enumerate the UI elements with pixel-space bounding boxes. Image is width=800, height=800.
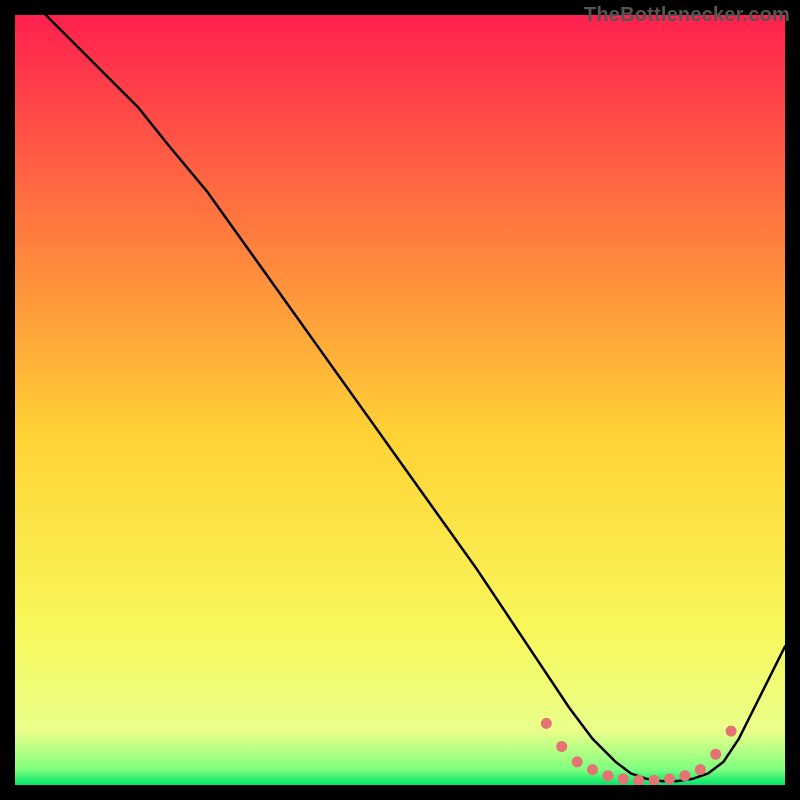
- marker-point: [710, 749, 721, 760]
- attribution-text: TheBottlenecker.com: [584, 4, 790, 27]
- chart-plot: [15, 15, 785, 785]
- marker-point: [618, 773, 629, 784]
- marker-point: [679, 770, 690, 781]
- marker-point: [664, 773, 675, 784]
- marker-point: [541, 718, 552, 729]
- marker-point: [587, 764, 598, 775]
- marker-point: [726, 726, 737, 737]
- marker-point: [695, 764, 706, 775]
- gradient-background: [15, 15, 785, 785]
- marker-point: [572, 756, 583, 767]
- marker-point: [602, 770, 613, 781]
- chart-frame: [15, 15, 785, 785]
- marker-point: [556, 741, 567, 752]
